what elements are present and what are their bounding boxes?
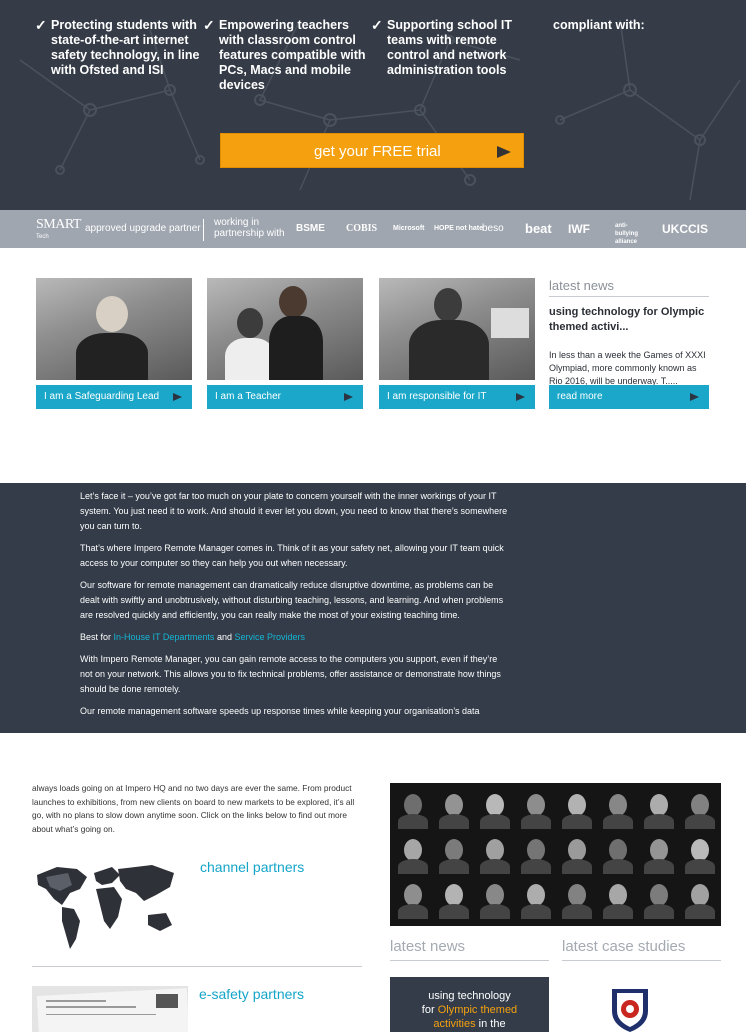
feature-teachers: ✓ Empowering teachers with classroom con… [203, 18, 369, 93]
safeguarding-photo [36, 278, 192, 380]
team-member-photo [396, 791, 430, 829]
team-member-photo [560, 791, 594, 829]
world-map [37, 865, 174, 949]
check-icon: ✓ [35, 17, 47, 33]
tile-label: I am responsible for IT [387, 391, 487, 402]
hero-section: ✓ Protecting students with state-of-the-… [0, 0, 746, 210]
card-line2: for Olympic themed [421, 1004, 518, 1016]
team-member-photo [396, 836, 430, 874]
best-for-line: Best for In-House IT Departments and Ser… [80, 630, 510, 645]
service-providers-link[interactable]: Service Providers [234, 632, 305, 642]
team-member-photo [642, 791, 676, 829]
paragraph: That’s where Impero Remote Manager comes… [80, 543, 504, 568]
paragraph: Let’s face it – you’ve got far too much … [80, 491, 508, 531]
check-icon: ✓ [203, 17, 215, 33]
anti-bullying-logo[interactable]: anti-bullying alliance [615, 222, 645, 246]
teacher-button[interactable]: I am a Teacher [207, 385, 363, 409]
tile-teacher[interactable]: I am a Teacher [207, 278, 363, 409]
beso-logo[interactable]: beso [482, 210, 504, 248]
partner-divider [203, 219, 204, 241]
best-for-label: Best for [80, 632, 112, 642]
feature-text: Protecting students with state-of-the-ar… [51, 18, 200, 77]
team-member-photo [560, 836, 594, 874]
school-crest-logo[interactable] [609, 987, 651, 1032]
team-member-photo [601, 881, 635, 919]
latest-case-studies-heading: latest case studies [562, 938, 721, 961]
paragraph: With Impero Remote Manager, you can gain… [80, 654, 501, 694]
team-member-photo [437, 836, 471, 874]
feature-text: Empowering teachers with classroom contr… [219, 18, 366, 92]
esafety-partners-link[interactable]: e-safety partners [199, 986, 304, 1002]
card-line3: activities in the [433, 1018, 506, 1030]
team-member-photo [560, 881, 594, 919]
channel-partners-link[interactable]: channel partners [200, 859, 304, 875]
it-photo [379, 278, 535, 380]
safeguarding-button[interactable]: I am a Safeguarding Lead [36, 385, 192, 409]
team-member-photo [519, 791, 553, 829]
team-member-photo [683, 791, 717, 829]
team-member-photo [478, 791, 512, 829]
team-photo-grid [390, 783, 721, 926]
and-text: and [216, 632, 232, 642]
smart-logo-sub: Tech [36, 234, 49, 240]
free-trial-button[interactable]: get your FREE trial [220, 133, 524, 168]
feature-students: ✓ Protecting students with state-of-the-… [35, 18, 201, 78]
approved-partner-text: approved upgrade partner [85, 223, 201, 234]
team-member-photo [683, 836, 717, 874]
tile-it[interactable]: I am responsible for IT [379, 278, 535, 409]
team-member-photo [396, 881, 430, 919]
read-more-button[interactable]: read more [549, 385, 709, 409]
news-intro-text: always loads going on at Impero HQ and n… [32, 783, 355, 834]
team-member-photo [601, 791, 635, 829]
teacher-photo [207, 278, 363, 380]
iwf-logo[interactable]: IWF [568, 210, 590, 248]
partner-strip: SMART Tech approved upgrade partner work… [0, 210, 746, 248]
team-member-photo [642, 836, 676, 874]
tile-safeguarding[interactable]: I am a Safeguarding Lead [36, 278, 192, 409]
team-member-photo [683, 881, 717, 919]
feature-it-teams: ✓ Supporting school IT teams with remote… [371, 18, 537, 78]
esafety-document-thumbnail [32, 986, 188, 1032]
tile-label: I am a Safeguarding Lead [44, 391, 160, 402]
check-icon: ✓ [371, 17, 383, 33]
cobis-logo[interactable]: COBIS [346, 210, 377, 248]
beat-logo[interactable]: beat [525, 210, 552, 248]
paragraph: Our remote management software speeds up… [80, 706, 480, 716]
hope-not-hate-logo[interactable]: HOPE not hate [434, 210, 483, 248]
tile-label: I am a Teacher [215, 391, 281, 402]
free-trial-label: get your FREE trial [314, 143, 441, 160]
team-member-photo [437, 791, 471, 829]
partnership-with-text: partnership with [214, 228, 285, 239]
divider [32, 966, 362, 967]
team-member-photo [642, 881, 676, 919]
news-card[interactable]: using technology for Olympic themed acti… [390, 977, 549, 1032]
in-house-it-link[interactable]: In-House IT Departments [114, 632, 215, 642]
team-member-photo [519, 881, 553, 919]
remote-manager-section: Let’s face it – you’ve got far too much … [0, 483, 746, 733]
arrow-right-icon [344, 393, 353, 401]
bsme-logo[interactable]: BSME [296, 210, 325, 248]
team-member-photo [478, 836, 512, 874]
arrow-right-icon [497, 146, 511, 158]
arrow-right-icon [173, 393, 182, 401]
ukccis-logo[interactable]: UKCCIS [662, 210, 708, 248]
arrow-right-icon [690, 393, 699, 401]
latest-news-heading-lower: latest news [390, 938, 549, 961]
paragraph: Our software for remote management can d… [80, 580, 504, 620]
team-member-photo [601, 836, 635, 874]
compliant-label: compliant with: [553, 18, 645, 32]
team-member-photo [519, 836, 553, 874]
it-button[interactable]: I am responsible for IT [379, 385, 535, 409]
team-member-photo [478, 881, 512, 919]
read-more-label: read more [557, 391, 603, 402]
feature-text: Supporting school IT teams with remote c… [387, 18, 512, 77]
team-member-photo [437, 881, 471, 919]
arrow-right-icon [516, 393, 525, 401]
microsoft-logo[interactable]: Microsoft [393, 210, 425, 248]
card-line1: using technology [428, 990, 511, 1002]
read-more-wrapper: read more [549, 278, 709, 409]
